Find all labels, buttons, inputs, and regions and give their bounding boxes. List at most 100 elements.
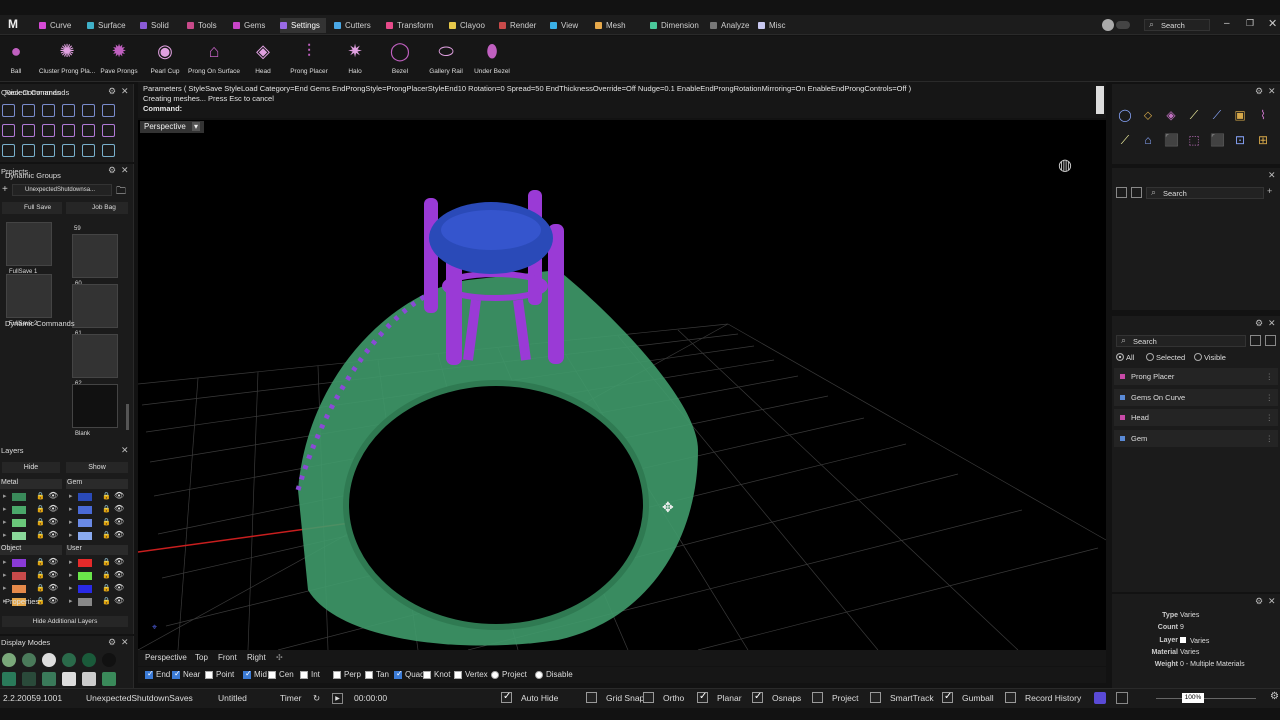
status-mode-icon[interactable] — [1094, 692, 1106, 704]
checkbox[interactable] — [423, 671, 431, 679]
expand-icon[interactable]: ▸ — [69, 505, 73, 513]
reset-icon[interactable]: ↻ — [313, 693, 320, 704]
viewport-label[interactable]: Perspective ▾ — [140, 121, 205, 133]
eye-icon[interactable]: 👁 — [114, 596, 124, 605]
recent-command-icon[interactable]: ⬦ — [1141, 108, 1155, 122]
osnap-disable[interactable]: Disable — [535, 670, 573, 679]
expand-icon[interactable]: ▸ — [69, 492, 73, 500]
grid-view-icon[interactable] — [1116, 187, 1127, 198]
lock-icon[interactable]: 🔒 — [36, 505, 45, 513]
expand-icon[interactable]: ▸ — [69, 558, 73, 566]
more-icon[interactable]: ⋮ — [1266, 430, 1274, 447]
quick-command-icon[interactable] — [62, 124, 75, 137]
tab-cutters[interactable]: Cutters — [334, 18, 371, 33]
osnap-point[interactable]: Point — [205, 670, 234, 679]
hide-additional-layers-button[interactable]: Hide Additional Layers — [2, 616, 128, 627]
user-toggle[interactable] — [1116, 21, 1130, 29]
expand-icon[interactable]: ▸ — [69, 518, 73, 526]
full-save-button[interactable]: Full Save — [2, 202, 62, 214]
status-toggle-planar[interactable]: Planar — [717, 693, 742, 703]
osnap-knot[interactable]: Knot — [423, 670, 450, 679]
radio-icon[interactable] — [1146, 353, 1154, 361]
gear-icon[interactable]: ⚙ — [1255, 318, 1263, 329]
status-toggle-gumball[interactable]: Gumball — [962, 693, 994, 703]
close-icon[interactable]: ✕ — [121, 445, 129, 456]
lock-icon[interactable]: 🔒 — [102, 531, 111, 539]
osnap-end[interactable]: End — [145, 669, 170, 679]
quick-command-icon[interactable] — [82, 144, 95, 157]
dynamic-commands-search[interactable]: Search — [1116, 335, 1246, 347]
tab-solid[interactable]: Solid — [140, 18, 169, 33]
checkbox[interactable] — [268, 671, 276, 679]
quick-command-icon[interactable] — [102, 144, 115, 157]
recent-command-icon[interactable]: ◈ — [1164, 108, 1178, 122]
list-view-icon[interactable] — [1250, 335, 1261, 346]
command-scrollbar[interactable] — [1096, 86, 1104, 114]
recent-command-icon[interactable]: ⟋ — [1187, 108, 1201, 122]
quick-command-icon[interactable] — [22, 144, 35, 157]
eye-icon[interactable]: 👁 — [48, 570, 58, 579]
more-icon[interactable]: ⋮ — [1266, 368, 1274, 385]
project-thumbnail[interactable]: FullSave 2 — [6, 274, 52, 327]
layer-color-swatch[interactable] — [78, 493, 92, 501]
play-icon[interactable]: ▶ — [332, 693, 343, 704]
expand-icon[interactable]: ▸ — [3, 518, 7, 526]
quick-command-icon[interactable] — [42, 124, 55, 137]
recent-command-icon[interactable]: ⬚ — [1187, 133, 1201, 147]
close-icon[interactable]: ✕ — [1268, 596, 1276, 607]
minimize-button[interactable]: – — [1224, 18, 1230, 29]
tab-gems[interactable]: Gems — [233, 18, 265, 33]
layer-color-swatch[interactable] — [12, 519, 26, 527]
status-toggle-checkbox[interactable] — [586, 692, 597, 703]
tab-dimension[interactable]: Dimension — [650, 18, 699, 33]
view-tab-right[interactable]: Right — [247, 653, 266, 662]
gear-icon[interactable]: ⚙ — [108, 165, 116, 176]
tab-settings[interactable]: Settings — [280, 18, 326, 33]
command-area[interactable]: Parameters ( StyleSave StyleLoad Categor… — [138, 82, 1106, 118]
layer-row[interactable]: ▸ 🔒 👁 — [0, 491, 60, 502]
eye-icon[interactable]: 👁 — [114, 557, 124, 566]
close-icon[interactable]: ✕ — [1268, 170, 1276, 181]
layer-row[interactable]: ▸ 🔒 👁 — [0, 530, 60, 541]
quick-command-icon[interactable] — [42, 104, 55, 117]
osnap-mid[interactable]: Mid — [243, 669, 267, 679]
display-mode-icon[interactable] — [82, 653, 96, 667]
tab-analyze[interactable]: Analyze — [710, 18, 749, 33]
layer-color-swatch[interactable] — [78, 559, 92, 567]
property-value[interactable]: Varies — [1190, 638, 1209, 645]
layer-color-swatch[interactable] — [12, 506, 26, 514]
tab-tools[interactable]: Tools — [187, 18, 217, 33]
tool-under-bezel[interactable]: ⬮ Under Bezel — [460, 36, 524, 80]
folder-icon[interactable]: 🗀 — [116, 184, 126, 201]
status-toggle-checkbox[interactable] — [697, 691, 708, 703]
layer-row[interactable]: ▸ 🔒 👁 — [0, 583, 60, 594]
lock-icon[interactable]: 🔒 — [36, 584, 45, 592]
dynamic-command-row[interactable]: Gem ⋮ — [1114, 429, 1278, 447]
expand-icon[interactable]: ▸ — [69, 597, 73, 605]
layer-color-swatch[interactable] — [12, 585, 26, 593]
expand-icon[interactable]: ▸ — [3, 584, 7, 592]
gear-icon[interactable]: ⚙ — [108, 637, 116, 648]
status-toggle-checkbox[interactable] — [501, 691, 512, 703]
recent-command-icon[interactable]: ⊞ — [1256, 133, 1270, 147]
status-toggle-checkbox[interactable] — [942, 691, 953, 703]
expand-icon[interactable]: ▸ — [3, 571, 7, 579]
status-toggle-checkbox[interactable] — [1005, 692, 1016, 703]
user-icon[interactable] — [1102, 19, 1114, 31]
lock-icon[interactable]: 🔒 — [102, 518, 111, 526]
view-tab-perspective[interactable]: Perspective — [145, 653, 187, 662]
eye-icon[interactable]: 👁 — [48, 557, 58, 566]
display-mode-icon[interactable] — [42, 653, 56, 667]
eye-icon[interactable]: 👁 — [48, 491, 58, 500]
layer-color-swatch[interactable] — [78, 532, 92, 540]
osnap-project[interactable]: Project — [491, 670, 527, 679]
recent-command-icon[interactable]: ⊡ — [1233, 133, 1247, 147]
project-select[interactable]: UnexpectedShutdownsa... — [12, 184, 112, 196]
layer-group-header[interactable]: Object — [0, 545, 62, 555]
gear-icon[interactable]: ⚙ — [108, 86, 116, 97]
radio-icon[interactable] — [1194, 353, 1202, 361]
saves-folder[interactable]: UnexpectedShutdownSaves — [86, 693, 193, 703]
eye-icon[interactable]: 👁 — [48, 504, 58, 513]
layer-color-swatch[interactable] — [12, 572, 26, 580]
lock-icon[interactable]: 🔒 — [102, 584, 111, 592]
